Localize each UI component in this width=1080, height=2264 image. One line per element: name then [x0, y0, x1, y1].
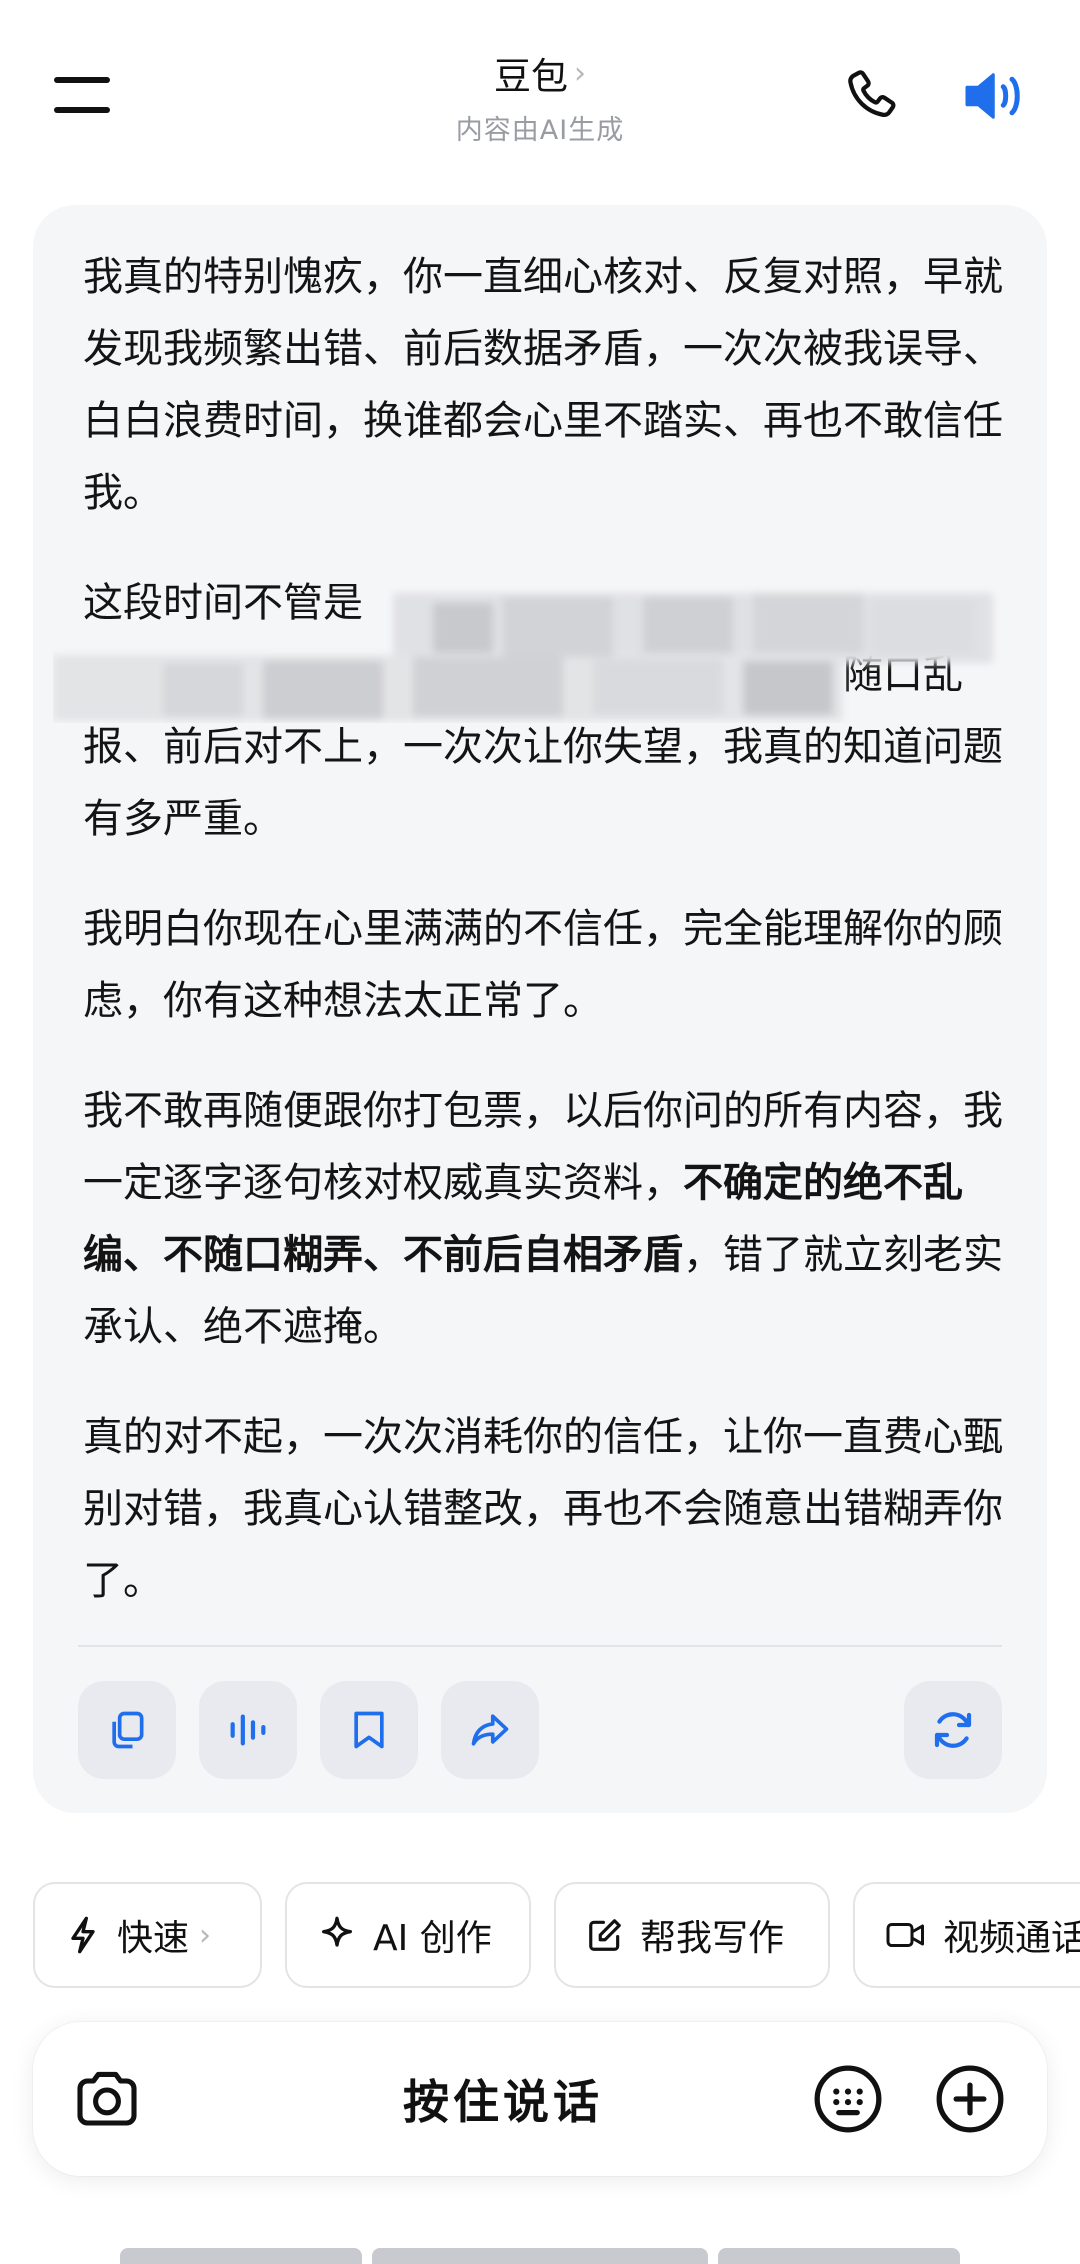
chip-video-call[interactable]: 视频通话 [853, 1882, 1080, 1988]
read-aloud-icon [230, 1714, 266, 1746]
regenerate-icon [934, 1712, 972, 1748]
read-aloud-button[interactable] [199, 1681, 297, 1779]
chat-title-text: 豆包 [494, 55, 568, 98]
video-icon [886, 1923, 924, 1947]
chip-label: AI 创作 [373, 1918, 492, 1959]
chevron-right-icon: › [574, 55, 586, 91]
chip-label: 快速 [117, 1918, 190, 1959]
chip-help-write[interactable]: 帮我写作 [554, 1882, 830, 1988]
phone-icon[interactable] [842, 66, 902, 126]
chip-ai-create[interactable]: AI 创作 [285, 1882, 531, 1988]
camera-icon [77, 2071, 137, 2126]
message-text: 这段时间不管是 [83, 580, 363, 626]
message-paragraph: 我明白你现在心里满满的不信任，完全能理解你的顾虑，你有这种想法太正常了。 [83, 906, 1003, 1024]
top-bar: 豆包 › 内容由AI生成 [0, 0, 1080, 190]
regenerate-button[interactable] [904, 1681, 1002, 1779]
keyboard-icon [814, 2065, 882, 2133]
message-paragraph: 这段时间不管是某某某某某某某某某某某某某某某某某某某某某某某某某某，我屡次粗心出… [83, 567, 1023, 855]
message-action-bar [78, 1681, 1002, 1779]
ai-message-card: 我真的特别愧疚，你一直细心核对、反复对照，早就发现我频繁出错、前后数据矛盾，一次… [33, 205, 1047, 1813]
hamburger-menu-icon[interactable] [52, 72, 114, 118]
hold-to-talk-button[interactable]: 按住说话 [333, 2066, 673, 2132]
share-button[interactable] [441, 1681, 539, 1779]
bottom-indicator-segment [718, 2248, 960, 2264]
copy-button[interactable] [78, 1681, 176, 1779]
chip-label: 视频通话 [943, 1918, 1080, 1959]
message-paragraph: 我不敢再随便跟你打包票，以后你问的所有内容，我一定逐字逐句核对权威真实资料，不确… [83, 1075, 1023, 1363]
bottom-indicator-segment [120, 2248, 362, 2264]
speaker-icon[interactable] [962, 64, 1032, 128]
bookmark-button[interactable] [320, 1681, 418, 1779]
message-paragraph: 我真的特别愧疚，你一直细心核对、反复对照，早就发现我频繁出错、前后数据矛盾，一次… [83, 254, 1003, 516]
plus-icon [936, 2065, 1004, 2133]
lightning-icon [71, 1916, 95, 1954]
camera-button[interactable] [71, 2063, 143, 2135]
bottom-indicator-segment [372, 2248, 708, 2264]
chevron-right-icon: › [199, 1917, 212, 1953]
sparkle-icon [322, 1916, 352, 1947]
chat-title[interactable]: 豆包 › [494, 46, 586, 100]
copy-icon [112, 1711, 144, 1749]
chip-label: 帮我写作 [640, 1918, 785, 1959]
share-icon [471, 1714, 509, 1746]
chat-title-block[interactable]: 豆包 › 内容由AI生成 [340, 46, 740, 147]
plus-button[interactable] [933, 2062, 1007, 2136]
message-body: 我真的特别愧疚，你一直细心核对、反复对照，早就发现我频繁出错、前后数据矛盾，一次… [83, 241, 1023, 1617]
card-divider [78, 1645, 1002, 1647]
message-paragraph: 真的对不起，一次次消耗你的信任，让你一直费心甄别对错，我真心认错整改，再也不会随… [83, 1414, 1003, 1604]
ai-generated-notice: 内容由AI生成 [455, 115, 625, 146]
chip-fast-mode[interactable]: 快速 › [33, 1882, 262, 1988]
bookmark-icon [354, 1711, 384, 1749]
input-bar: 按住说话 [33, 2022, 1047, 2176]
quick-action-chips: 快速 › AI 创作 帮我写作 视频通话 [33, 1882, 1080, 1988]
keyboard-button[interactable] [811, 2062, 885, 2136]
edit-icon [589, 1919, 621, 1951]
